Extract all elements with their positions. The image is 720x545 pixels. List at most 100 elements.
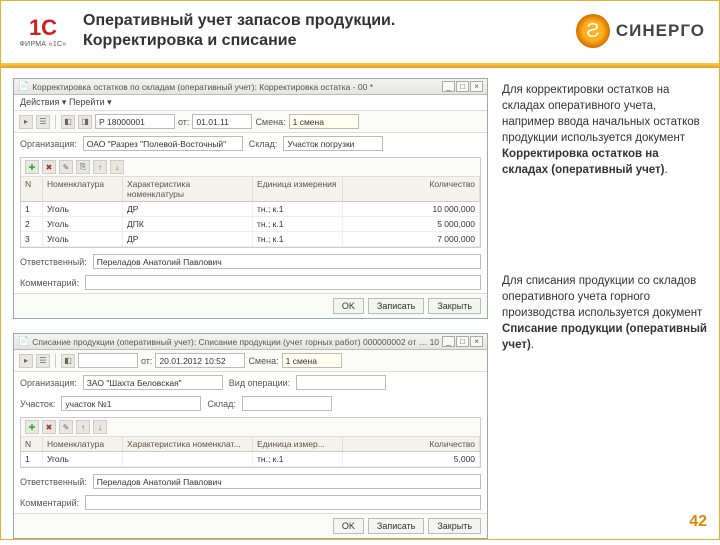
- page-title: Оперативный учет запасов продукции. Корр…: [83, 11, 564, 51]
- col-qty: Количество: [343, 177, 480, 201]
- date-input[interactable]: 20.01.2012 10:52: [155, 353, 245, 368]
- number-input[interactable]: [78, 353, 138, 368]
- cell: Уголь: [43, 452, 123, 466]
- shift-select[interactable]: 1 смена: [282, 353, 342, 368]
- add-row-icon[interactable]: ✚: [25, 160, 39, 174]
- window-title: Корректировка остатков по складам (опера…: [32, 82, 439, 92]
- title-line2: Корректировка и списание: [83, 31, 564, 51]
- down-icon[interactable]: ↓: [110, 160, 124, 174]
- grid-header: N Номенклатура Характеристика номенклат.…: [21, 437, 480, 452]
- up-icon[interactable]: ↑: [76, 420, 90, 434]
- sklad-input[interactable]: [242, 396, 332, 411]
- title-line1: Оперативный учет запасов продукции.: [83, 11, 564, 31]
- cell: 3: [21, 232, 43, 246]
- table-row[interactable]: 2УгольДПКтн.; к.15 000,000: [21, 217, 480, 232]
- desc-text: Для списания продукции со складов операт…: [502, 275, 702, 319]
- cell: тн.; к.1: [253, 217, 343, 231]
- up-icon[interactable]: ↑: [93, 160, 107, 174]
- cell: [123, 452, 253, 466]
- table-row[interactable]: 1УгольДРтн.; к.110 000,000: [21, 202, 480, 217]
- tb-icon[interactable]: ☰: [36, 115, 50, 129]
- ok-button[interactable]: OK: [333, 518, 364, 534]
- tb-icon[interactable]: ▸: [19, 115, 33, 129]
- resp-label: Ответственный:: [20, 257, 87, 267]
- cell: ДР: [123, 232, 253, 246]
- edit-row-icon[interactable]: ✎: [59, 160, 73, 174]
- copy-row-icon[interactable]: ⎘: [76, 160, 90, 174]
- cell: 7 000,000: [343, 232, 480, 246]
- comment-label: Комментарий:: [20, 278, 79, 288]
- col-char: Характеристика номенклатуры: [123, 177, 253, 201]
- col-nom: Номенклатура: [43, 437, 123, 451]
- save-button[interactable]: Записать: [368, 518, 424, 534]
- doc-icon: 📄: [18, 81, 29, 92]
- menubar[interactable]: Действия ▾ Перейти ▾: [14, 95, 487, 111]
- date-label: от:: [141, 356, 152, 366]
- comment-input[interactable]: [85, 495, 481, 510]
- tb-icon[interactable]: ◨: [78, 115, 92, 129]
- save-button[interactable]: Записать: [368, 298, 424, 314]
- add-row-icon[interactable]: ✚: [25, 420, 39, 434]
- org-input[interactable]: ОАО "Разрез "Полевой-Восточный": [83, 136, 243, 151]
- close-button[interactable]: ×: [470, 81, 483, 92]
- edit-row-icon[interactable]: ✎: [59, 420, 73, 434]
- cell: 5,000: [343, 452, 480, 466]
- vid-label: Вид операции:: [229, 378, 290, 388]
- minimize-button[interactable]: _: [442, 81, 455, 92]
- cell: 1: [21, 452, 43, 466]
- table-row[interactable]: 1Уголь тн.; к.15,000: [21, 452, 480, 467]
- del-row-icon[interactable]: ✖: [42, 420, 56, 434]
- close-button[interactable]: ×: [470, 336, 483, 347]
- separator: [55, 115, 56, 129]
- ok-button[interactable]: OK: [333, 298, 364, 314]
- doc-icon: 📄: [18, 336, 29, 347]
- store-input[interactable]: участок №1: [61, 396, 201, 411]
- shift-label: Смена:: [248, 356, 278, 366]
- cell: ДР: [123, 202, 253, 216]
- tb-icon[interactable]: ☰: [36, 354, 50, 368]
- comment-input[interactable]: [85, 275, 481, 290]
- synergo-text: СИНЕРГО: [616, 21, 705, 41]
- logo-1c-sub: ФИРМА «1С»: [19, 41, 66, 48]
- table-row[interactable]: 3УгольДРтн.; к.17 000,000: [21, 232, 480, 247]
- vid-input[interactable]: [296, 375, 386, 390]
- toolbar: ▸ ☰ ◧ от: 20.01.2012 10:52 Смена: 1 смен…: [14, 350, 487, 372]
- date-input[interactable]: 01.01.11: [192, 114, 252, 129]
- store-label: Склад:: [249, 139, 278, 149]
- resp-input[interactable]: Переладов Анатолий Павлович: [93, 254, 481, 269]
- logo-synergo: Ƨ СИНЕРГО: [576, 14, 705, 48]
- tb-icon[interactable]: ◧: [61, 115, 75, 129]
- description-1: Для корректировки остатков на складах оп…: [502, 82, 707, 179]
- tb-icon[interactable]: ▸: [19, 354, 33, 368]
- titlebar: 📄 Корректировка остатков по складам (опе…: [14, 79, 487, 95]
- cell: тн.; к.1: [253, 452, 343, 466]
- logo-1c: 1C ФИРМА «1С»: [15, 9, 71, 53]
- cell: тн.; к.1: [253, 202, 343, 216]
- page-number: 42: [689, 513, 707, 531]
- store-input[interactable]: Участок погрузки: [283, 136, 383, 151]
- desc-doc-name: Корректировка остатков на складах (опера…: [502, 148, 664, 176]
- close-button[interactable]: Закрыть: [428, 298, 481, 314]
- grid-header: N Номенклатура Характеристика номенклату…: [21, 177, 480, 202]
- maximize-button[interactable]: □: [456, 81, 469, 92]
- window-title: Списание продукции (оперативный учет): С…: [32, 337, 439, 347]
- col-ed: Единица измерения: [253, 177, 343, 201]
- org-input[interactable]: ЗАО "Шахта Беловская": [83, 375, 223, 390]
- tb-icon[interactable]: ◧: [61, 354, 75, 368]
- comment-label: Комментарий:: [20, 498, 79, 508]
- down-icon[interactable]: ↓: [93, 420, 107, 434]
- col-char: Характеристика номенклат...: [123, 437, 253, 451]
- cell: 2: [21, 217, 43, 231]
- grid: ✚ ✖ ✎ ⎘ ↑ ↓ N Номенклатура Характеристик…: [20, 157, 481, 248]
- desc-text: Для корректировки остатков на складах оп…: [502, 84, 700, 144]
- resp-input[interactable]: Переладов Анатолий Павлович: [93, 474, 481, 489]
- description-2: Для списания продукции со складов операт…: [502, 273, 707, 353]
- shift-select[interactable]: 1 смена: [289, 114, 359, 129]
- minimize-button[interactable]: _: [442, 336, 455, 347]
- number-input[interactable]: Р 18000001: [95, 114, 175, 129]
- del-row-icon[interactable]: ✖: [42, 160, 56, 174]
- maximize-button[interactable]: □: [456, 336, 469, 347]
- col-ed: Единица измер...: [253, 437, 343, 451]
- cell: 5 000,000: [343, 217, 480, 231]
- close-button[interactable]: Закрыть: [428, 518, 481, 534]
